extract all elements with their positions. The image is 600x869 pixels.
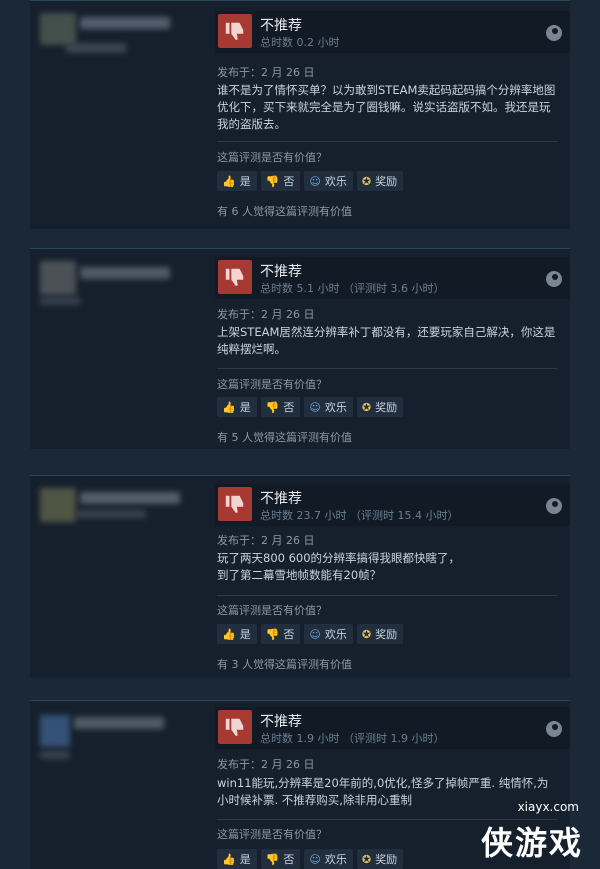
review-verdict: 不推荐	[260, 264, 302, 280]
vote-no-button[interactable]: 👎 否	[260, 624, 301, 644]
thumbs-up-icon: 👍	[222, 627, 236, 641]
playtime-hours: 总时数 0.2 小时	[260, 36, 340, 49]
vote-buttons: 👍 是 👎 否 ☺ 欢乐 ✪ 奖励	[217, 624, 404, 644]
award-button[interactable]: ✪ 奖励	[356, 849, 404, 869]
divider	[217, 595, 557, 596]
award-icon: ✪	[361, 400, 372, 414]
steam-icon[interactable]	[546, 721, 562, 737]
review-verdict: 不推荐	[260, 18, 302, 34]
review-text: 上架STEAM居然连分辨率补丁都没有，还要玩家自己解决，你这是纯粹摆烂啊。	[217, 325, 556, 356]
steam-icon[interactable]	[546, 25, 562, 41]
posted-date: 发布于：2 月 26 日	[217, 66, 315, 79]
thumbs-down-icon: 👎	[265, 174, 280, 188]
vote-yes-button[interactable]: 👍 是	[217, 849, 257, 869]
vote-header[interactable]: 不推荐 总时数 23.7 小时 （评测时 15.4 小时）	[215, 484, 570, 526]
steam-icon[interactable]	[546, 271, 562, 287]
review-card: 不推荐 总时数 0.2 小时 发布于：2 月 26 日 谁不是为了情怀买单？以为…	[30, 0, 570, 229]
thumbs-down-icon	[218, 260, 252, 294]
award-button[interactable]: ✪ 奖励	[356, 171, 404, 191]
helpful-count: 有 3 人觉得这篇评测有价值	[217, 658, 352, 671]
smile-icon: ☺	[309, 400, 321, 414]
review-verdict: 不推荐	[260, 491, 302, 507]
award-icon: ✪	[361, 174, 372, 188]
smile-icon: ☺	[309, 852, 321, 866]
helpful-question: 这篇评测是否有价值？	[217, 604, 327, 617]
vote-yes-button[interactable]: 👍 是	[217, 397, 257, 417]
steam-icon[interactable]	[546, 498, 562, 514]
helpful-question: 这篇评测是否有价值？	[217, 828, 327, 841]
vote-header[interactable]: 不推荐 总时数 1.9 小时 （评测时 1.9 小时）	[215, 707, 570, 749]
smile-icon: ☺	[309, 174, 321, 188]
vote-funny-button[interactable]: ☺ 欢乐	[304, 171, 353, 191]
posted-date: 发布于：2 月 26 日	[217, 308, 315, 321]
review-card: 不推荐 总时数 5.1 小时 （评测时 3.6 小时） 发布于：2 月 26 日…	[30, 248, 570, 449]
helpful-question: 这篇评测是否有价值？	[217, 378, 327, 391]
award-icon: ✪	[361, 627, 372, 641]
vote-funny-button[interactable]: ☺ 欢乐	[304, 397, 353, 417]
thumbs-down-icon: 👎	[265, 852, 280, 866]
review-verdict: 不推荐	[260, 714, 302, 730]
thumbs-down-icon	[218, 14, 252, 48]
vote-funny-button[interactable]: ☺ 欢乐	[304, 849, 353, 869]
vote-no-button[interactable]: 👎 否	[260, 849, 301, 869]
award-icon: ✪	[361, 852, 372, 866]
review-text: 玩了两天800 600的分辨率搞得我眼都快瞎了， 到了第二幕雪地帧数能有20帧？	[217, 551, 461, 582]
vote-funny-button[interactable]: ☺ 欢乐	[304, 624, 353, 644]
vote-no-button[interactable]: 👎 否	[260, 397, 301, 417]
helpful-count: 有 5 人觉得这篇评测有价值	[217, 431, 352, 444]
playtime-hours: 总时数 1.9 小时 （评测时 1.9 小时）	[260, 732, 445, 745]
watermark-brand: 侠游戏	[480, 824, 583, 862]
vote-buttons: 👍 是 👎 否 ☺ 欢乐 ✪ 奖励	[217, 171, 404, 191]
thumbs-up-icon: 👍	[222, 174, 236, 188]
thumbs-up-icon: 👍	[222, 852, 236, 866]
vote-header[interactable]: 不推荐 总时数 0.2 小时	[215, 11, 570, 53]
playtime-hours: 总时数 23.7 小时 （评测时 15.4 小时）	[260, 509, 459, 522]
thumbs-down-icon	[218, 487, 252, 521]
posted-date: 发布于：2 月 26 日	[217, 758, 315, 771]
author-avatar-blurred[interactable]	[36, 5, 186, 95]
thumbs-up-icon: 👍	[222, 400, 236, 414]
posted-date: 发布于：2 月 26 日	[217, 534, 315, 547]
thumbs-down-icon	[218, 710, 252, 744]
thumbs-down-icon: 👎	[265, 400, 280, 414]
vote-buttons: 👍 是 👎 否 ☺ 欢乐 ✪ 奖励	[217, 397, 404, 417]
vote-no-button[interactable]: 👎 否	[260, 171, 301, 191]
thumbs-down-icon: 👎	[265, 627, 280, 641]
playtime-hours: 总时数 5.1 小时 （评测时 3.6 小时）	[260, 282, 445, 295]
smile-icon: ☺	[309, 627, 321, 641]
helpful-question: 这篇评测是否有价值？	[217, 151, 327, 164]
vote-header[interactable]: 不推荐 总时数 5.1 小时 （评测时 3.6 小时）	[215, 257, 570, 299]
vote-buttons: 👍 是 👎 否 ☺ 欢乐 ✪ 奖励	[217, 849, 404, 869]
award-button[interactable]: ✪ 奖励	[356, 624, 404, 644]
watermark-domain: xiayx.com	[517, 800, 579, 814]
author-avatar-blurred[interactable]	[36, 253, 186, 343]
vote-yes-button[interactable]: 👍 是	[217, 624, 257, 644]
review-card: 不推荐 总时数 23.7 小时 （评测时 15.4 小时） 发布于：2 月 26…	[30, 475, 570, 678]
helpful-count: 有 6 人觉得这篇评测有价值	[217, 205, 352, 218]
vote-yes-button[interactable]: 👍 是	[217, 171, 257, 191]
watermark-logo: xiayx.com 侠游戏	[437, 800, 597, 866]
award-button[interactable]: ✪ 奖励	[356, 397, 404, 417]
divider	[217, 368, 557, 369]
divider	[217, 141, 557, 142]
author-avatar-blurred[interactable]	[36, 705, 186, 795]
review-text: 谁不是为了情怀买单？以为敢到STEAM卖起码起码搞个分辨率地图优化下，买下来就完…	[217, 83, 556, 131]
author-avatar-blurred[interactable]	[36, 480, 186, 570]
